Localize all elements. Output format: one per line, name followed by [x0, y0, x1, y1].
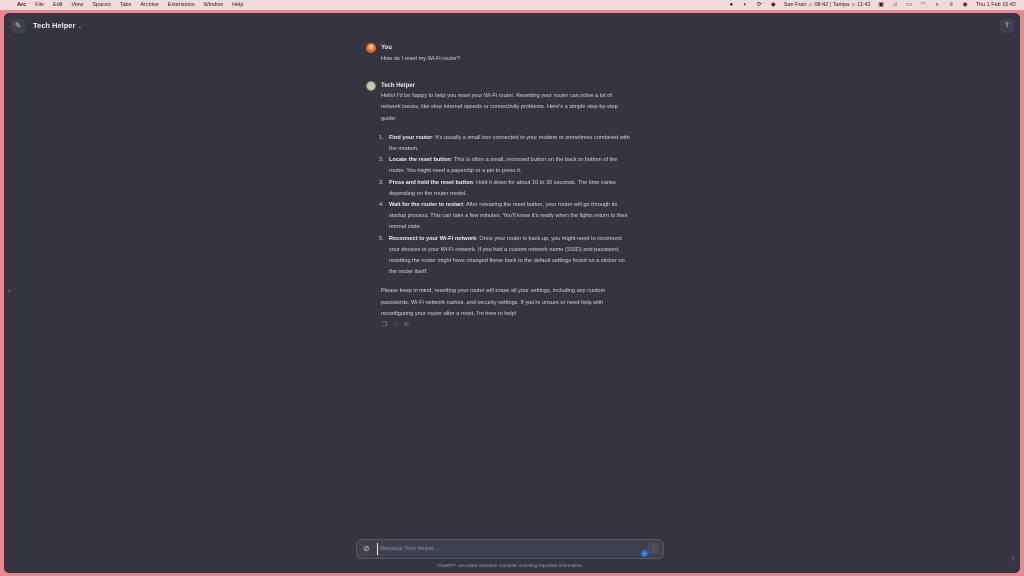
list-item: Reconnect to your Wi-Fi network: Once yo… [379, 234, 625, 276]
menu-bar: Arc File Edit View Spaces Tabs Archive E… [0, 0, 1024, 10]
list-item: Locate the reset button: This is often a… [379, 155, 618, 175]
disclaimer: ChatGPT can make mistakes. Consider chec… [437, 563, 583, 568]
list-item: Find your router: It's usually a small b… [379, 133, 630, 153]
sidebar-toggle-icon[interactable]: › [8, 288, 10, 295]
status-app-icon[interactable]: ● [728, 2, 735, 8]
status-app-icon-3[interactable]: ⟳ [756, 2, 763, 8]
chevron-down-icon: ⌄ [77, 24, 83, 30]
grammar-check-icon[interactable]: ✓ [641, 550, 648, 557]
conversation: You How do I reset my Wi-Fi router? Tech… [366, 43, 630, 329]
user-message: You How do I reset my Wi-Fi router? [366, 43, 630, 65]
assistant-message: Tech Helper Hello! I'd be happy to help … [366, 81, 630, 329]
status-app-icon-5[interactable]: ▣ [878, 2, 885, 8]
menu-item-tabs[interactable]: Tabs [120, 2, 132, 8]
pencil-icon: ✎ [14, 21, 22, 30]
menu-item-archive[interactable]: Archive [140, 2, 158, 8]
search-icon[interactable]: ⌕ [934, 2, 941, 8]
chat-window: ✎ Tech Helper ⌄ ⇪ › You How do I reset my… [4, 13, 1020, 573]
status-app-icon-4[interactable]: ◆ [770, 2, 777, 8]
help-button[interactable]: ? [1011, 557, 1014, 563]
copy-icon[interactable]: ❐ [381, 322, 388, 329]
list-item: Wait for the router to restart: After re… [379, 200, 628, 231]
world-clock[interactable]: San Fran ☼ 08:42 | Tampa ☼ 11:42 [784, 2, 871, 8]
top-bar: ✎ Tech Helper ⌄ ⇪ [4, 13, 1020, 39]
menu-item-arc[interactable]: Arc [17, 2, 26, 8]
battery-icon[interactable]: ▭ [906, 2, 913, 8]
message-input[interactable] [377, 543, 627, 555]
send-button[interactable]: ↑ [648, 543, 659, 554]
assistant-avatar [366, 81, 376, 92]
share-icon: ⇪ [1004, 22, 1010, 29]
menu-item-window[interactable]: Window [204, 2, 224, 8]
menu-item-extensions[interactable]: Extensions [168, 2, 195, 8]
menu-item-file[interactable]: File [35, 2, 44, 8]
steps-list: Find your router: It's usually a small b… [379, 133, 630, 279]
assistant-name: Tech Helper [381, 83, 415, 90]
user-avatar [366, 43, 376, 53]
message-actions: ❐ ♡ ↻ [381, 322, 630, 329]
list-item: Press and hold the reset button: Hold it… [379, 178, 616, 197]
paperclip-icon[interactable]: ⊘ [363, 544, 370, 554]
assistant-intro: Hello! I'd be happy to help you reset yo… [381, 93, 618, 122]
siri-icon[interactable]: ◉ [962, 2, 969, 8]
menu-item-spaces[interactable]: Spaces [92, 2, 110, 8]
control-center-icon[interactable]: ≡ [948, 2, 955, 8]
menu-item-edit[interactable]: Edit [53, 2, 62, 8]
user-name: You [381, 45, 392, 51]
share-button[interactable]: ⇪ [1000, 19, 1014, 33]
wifi-icon[interactable]: ◠ [920, 2, 927, 8]
model-selector[interactable]: Tech Helper ⌄ [33, 21, 82, 30]
page-title: Tech Helper [33, 21, 76, 30]
status-app-icon-6[interactable]: ♫ [892, 2, 899, 8]
thumbs-down-icon[interactable]: ♡ [392, 322, 399, 329]
assistant-closing: Please keep in mind, resetting your rout… [381, 288, 606, 317]
message-composer: ⊘ ✓ ↑ [356, 539, 664, 559]
status-app-icon-2[interactable]: ◐ [742, 2, 749, 8]
menu-item-view[interactable]: View [72, 2, 84, 8]
menu-clock[interactable]: Thu 1 Feb 16:42 [976, 2, 1016, 8]
new-chat-button[interactable]: ✎ [11, 19, 25, 33]
regenerate-icon[interactable]: ↻ [403, 322, 410, 329]
user-message-text: How do I reset my Wi-Fi router? [381, 56, 460, 62]
menu-item-help[interactable]: Help [232, 2, 243, 8]
